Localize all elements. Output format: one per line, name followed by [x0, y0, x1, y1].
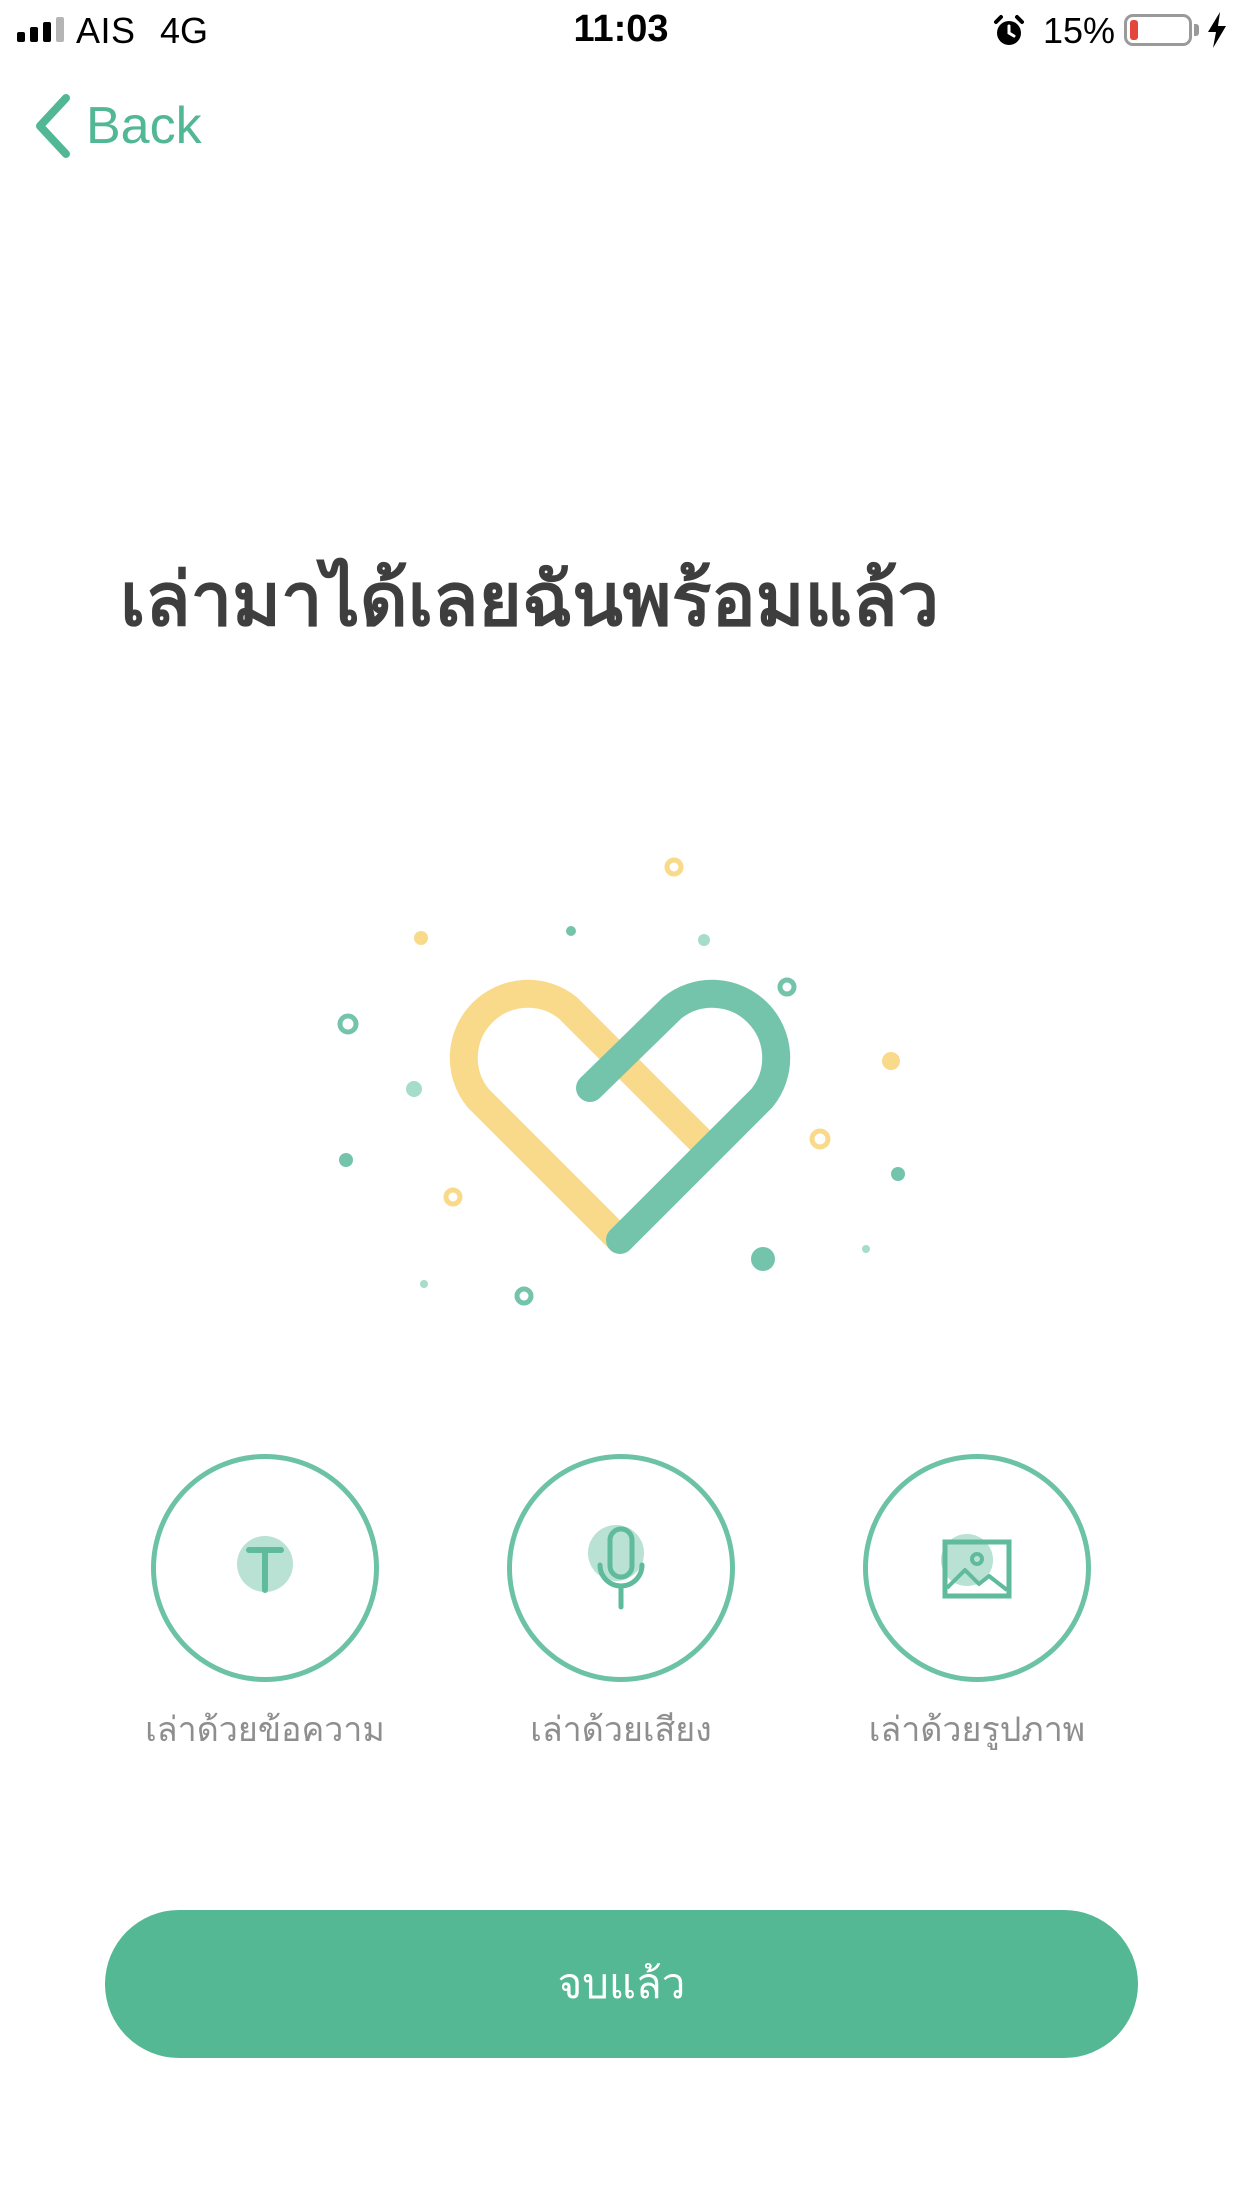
finish-button[interactable]: จบแล้ว	[105, 1910, 1138, 2058]
option-image[interactable]: เล่าด้วยรูปภาพ	[847, 1454, 1107, 1756]
option-image-label: เล่าด้วยรูปภาพ	[868, 1710, 1086, 1750]
battery-percentage: 15%	[1043, 10, 1116, 51]
option-voice-circle[interactable]	[507, 1454, 735, 1682]
option-text-label: เล่าด้วยข้อความ	[145, 1710, 385, 1750]
battery-icon	[1124, 14, 1192, 46]
back-button[interactable]: Back	[32, 88, 202, 164]
option-voice[interactable]: เล่าด้วยเสียง	[491, 1454, 751, 1756]
page-title: เล่ามาได้เลยฉันพร้อมแล้ว	[120, 557, 940, 643]
charging-bolt-icon	[1208, 12, 1226, 48]
option-image-circle[interactable]	[863, 1454, 1091, 1682]
image-icon	[941, 1534, 1012, 1599]
heart-illustration	[337, 857, 905, 1306]
heart-icon	[449, 979, 791, 1254]
option-text-circle[interactable]	[151, 1454, 379, 1682]
option-voice-label: เล่าด้วยเสียง	[530, 1710, 712, 1750]
battery-cap	[1194, 24, 1199, 36]
battery-level-fill	[1130, 20, 1138, 40]
text-icon	[237, 1536, 293, 1593]
finish-button-label: จบแล้ว	[557, 1959, 686, 2008]
chevron-left-icon	[36, 94, 70, 158]
microphone-icon	[588, 1525, 645, 1610]
back-label: Back	[86, 97, 202, 155]
status-bar: AIS 4G 11:03 15%	[0, 0, 1242, 62]
option-text[interactable]: เล่าด้วยข้อความ	[135, 1454, 395, 1756]
alarm-icon	[994, 15, 1024, 45]
